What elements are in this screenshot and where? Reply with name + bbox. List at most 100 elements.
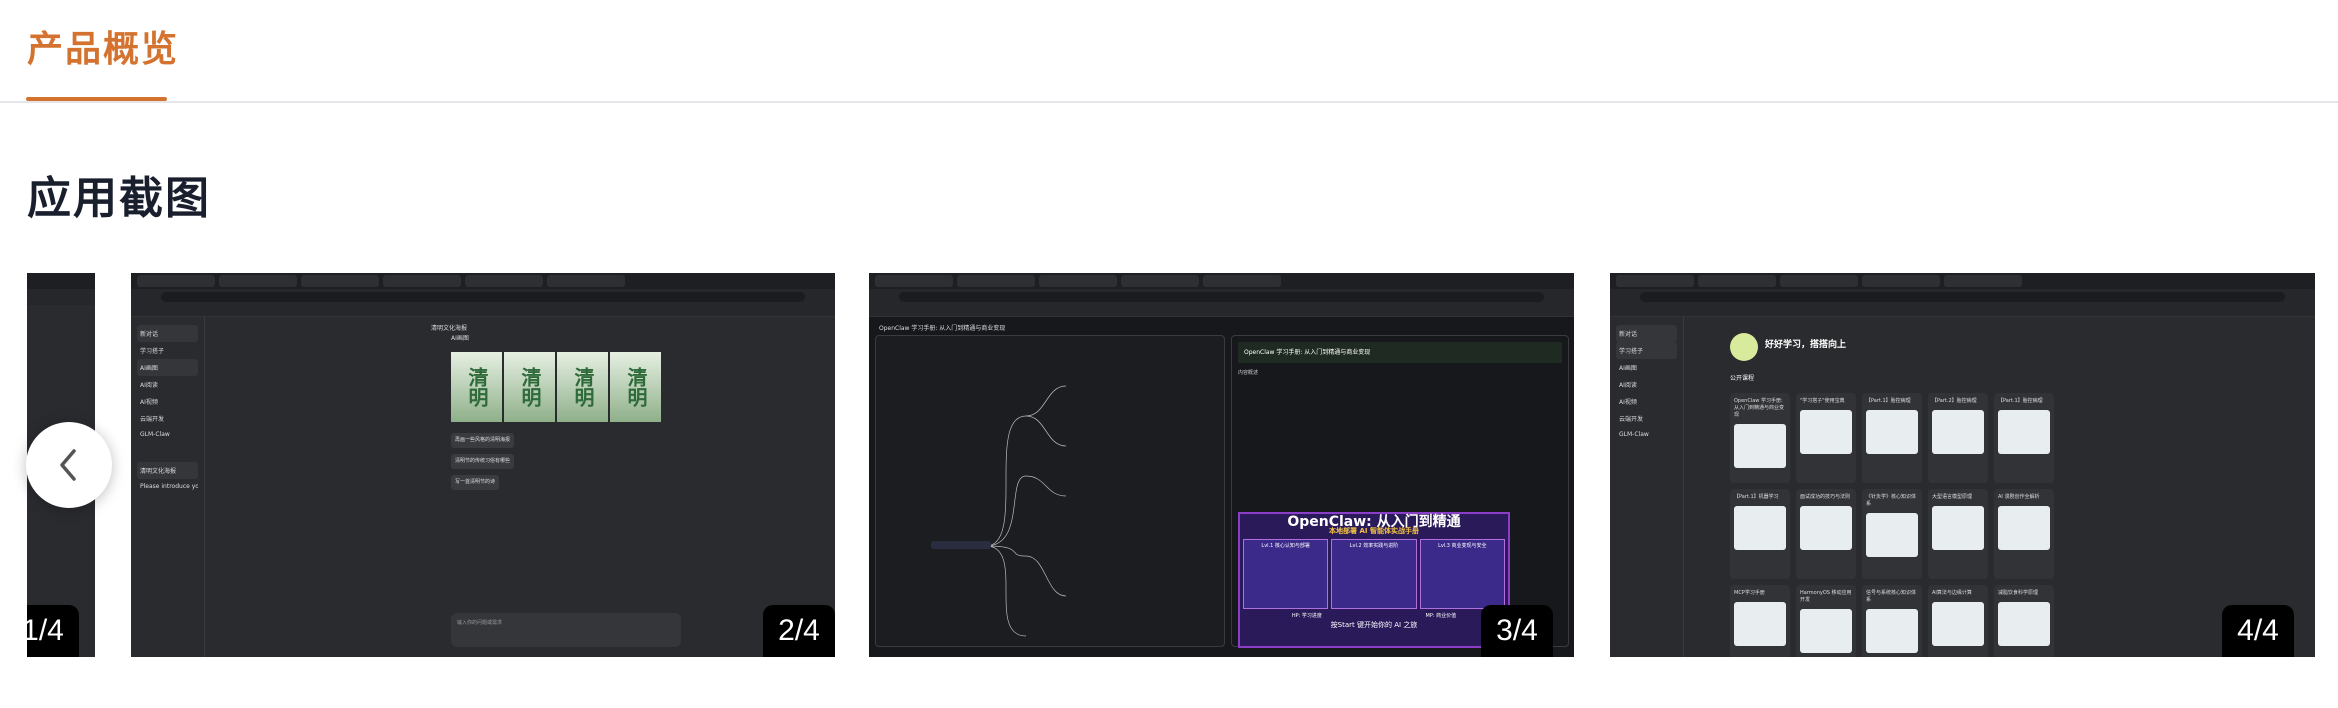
sidebar-item[interactable]: AI画图 bbox=[137, 359, 198, 376]
page-header: OpenClaw 学习手册: 从入门到精通与商业变现 bbox=[879, 325, 1006, 332]
screenshot-slide-4[interactable]: 新对话 学习搭子 AI画图 AI阅读 AI视频 云端开发 GLM-Claw 好好… bbox=[1610, 273, 2315, 657]
course-card-title: 【Part.1】机器学习 bbox=[1734, 494, 1779, 500]
poster-level: Lvl.2 效率实践与进阶 bbox=[1331, 539, 1417, 609]
overview-heading: 内容概述 bbox=[1238, 370, 1259, 376]
poster-start: 按Start 键开始你的 AI 之旅 bbox=[1330, 621, 1418, 629]
course-card-title: 【Part.2】胎控病理 bbox=[1932, 398, 1977, 404]
browser-tabbar bbox=[869, 273, 1574, 289]
app-sidebar: 新对话 学习搭子 AI画图 AI阅读 AI视频 云端开发 GLM-Claw 清明… bbox=[131, 317, 205, 657]
detail-panel: OpenClaw 学习手册: 从入门到精通与商业变现 内容概述 OpenClaw… bbox=[1231, 335, 1569, 648]
course-card-title: 【Part.1】胎控病理 bbox=[1866, 398, 1911, 404]
sidebar-item[interactable]: 云端开发 bbox=[1616, 410, 1677, 427]
course-card-image bbox=[1800, 410, 1852, 454]
poster-mp: MP: 商业价值 bbox=[1425, 613, 1457, 619]
chevron-left-icon bbox=[60, 449, 76, 481]
slide-counter: 1/4 bbox=[27, 605, 79, 657]
carousel-prev-button[interactable] bbox=[26, 422, 112, 508]
browser-address-bar bbox=[869, 289, 1574, 305]
tab-divider bbox=[0, 101, 2338, 103]
course-card-title: 面试成功的技巧与法则 bbox=[1800, 494, 1851, 500]
course-card-image bbox=[1734, 602, 1786, 646]
sidebar-item[interactable]: AI视频 bbox=[137, 393, 198, 410]
course-card[interactable]: 面试成功的技巧与法则 bbox=[1796, 489, 1856, 579]
poster-hp: HP: 学习进度 bbox=[1291, 613, 1322, 619]
course-card-title: OpenClaw 学习手册: 从入门到精通与商业变现 bbox=[1734, 398, 1785, 418]
poster-title: OpenClaw: 从入门到精通 bbox=[1287, 514, 1461, 530]
browser-address-bar bbox=[1610, 289, 2315, 305]
course-card-image bbox=[1998, 506, 2050, 550]
course-card[interactable]: HarmonyOS 移动应用开发 bbox=[1796, 585, 1856, 657]
course-card[interactable]: 大型语言模型原理 bbox=[1928, 489, 1988, 579]
course-card[interactable]: 信号与系统核心知识体系 bbox=[1862, 585, 1922, 657]
course-card-title: 大型语言模型原理 bbox=[1932, 494, 1973, 500]
poster-level: Lvl.3 商业变现与安全 bbox=[1419, 539, 1505, 609]
browser-address-bar bbox=[131, 289, 835, 305]
browser-tabbar bbox=[131, 273, 835, 289]
course-card[interactable]: "学习搭子"使用宝典 bbox=[1796, 393, 1856, 483]
sidebar-item[interactable]: 学习搭子 bbox=[1616, 342, 1677, 359]
course-card-title: 信号与系统核心知识体系 bbox=[1866, 590, 1917, 603]
mind-map-panel[interactable] bbox=[875, 335, 1225, 647]
course-card-image bbox=[1800, 506, 1852, 550]
assistant-name: AI画图 bbox=[451, 335, 469, 342]
course-card-title: HarmonyOS 移动应用开发 bbox=[1800, 590, 1852, 603]
course-card-title: "学习搭子"使用宝典 bbox=[1800, 398, 1845, 404]
course-card[interactable]: 【Part.1】胎控病理 bbox=[1994, 393, 2054, 483]
course-card[interactable]: 减脂饮食科学原理 bbox=[1994, 585, 2054, 657]
public-courses-heading: 公开课程 bbox=[1730, 375, 1755, 382]
browser-tabbar bbox=[27, 273, 95, 289]
course-card-title: 减脂饮食科学原理 bbox=[1998, 590, 2039, 596]
generated-image[interactable]: 清明 bbox=[504, 352, 555, 422]
section-title: 应用截图 bbox=[27, 173, 211, 224]
course-card[interactable]: AI算法与边缘计算 bbox=[1928, 585, 1988, 657]
course-card-image bbox=[1866, 410, 1918, 454]
course-card-title: OpenClaw 学习手册: 从入门到精通与商业变现 bbox=[1238, 342, 1562, 363]
course-card[interactable]: 《针灸学》核心知识体系 bbox=[1862, 489, 1922, 579]
course-card[interactable]: MCP学习手册 bbox=[1730, 585, 1790, 657]
course-card[interactable]: 【Part.1】胎控病理 bbox=[1862, 393, 1922, 483]
course-card-image bbox=[1998, 410, 2050, 454]
course-card[interactable]: AI 漫剧创作全解析 bbox=[1994, 489, 2054, 579]
course-card-image bbox=[1932, 506, 1984, 550]
sidebar-item[interactable]: AI阅读 bbox=[137, 376, 198, 393]
chat-title: 清明文化海报 bbox=[431, 325, 468, 332]
course-card-title: AI 漫剧创作全解析 bbox=[1998, 494, 2040, 500]
chat-area: AI画图 清明 清明 清明 清明 再画一些风格的清明海报 清明节的传统习俗有哪些… bbox=[451, 333, 791, 493]
chat-input[interactable]: 输入你的问题或需求 bbox=[451, 613, 681, 647]
screenshot-slide-2[interactable]: 新对话 学习搭子 AI画图 AI阅读 AI视频 云端开发 GLM-Claw 清明… bbox=[131, 273, 835, 657]
sidebar-item[interactable]: GLM-Claw bbox=[1616, 427, 1677, 442]
sidebar-item[interactable]: 新对话 bbox=[137, 325, 198, 342]
generated-image[interactable]: 清明 bbox=[557, 352, 608, 422]
sidebar-item[interactable]: GLM-Claw bbox=[137, 427, 198, 442]
sidebar-item[interactable]: AI画图 bbox=[1616, 359, 1677, 376]
course-card-title: 【Part.1】胎控病理 bbox=[1998, 398, 2043, 404]
sidebar-item[interactable]: AI阅读 bbox=[1616, 376, 1677, 393]
generated-image[interactable]: 清明 bbox=[610, 352, 661, 422]
course-card-title: 《针灸学》核心知识体系 bbox=[1866, 494, 1917, 507]
course-card[interactable]: 【Part.2】胎控病理 bbox=[1928, 393, 1988, 483]
course-card[interactable]: 【Part.1】机器学习 bbox=[1730, 489, 1790, 579]
course-card-image bbox=[1932, 410, 1984, 454]
generated-image[interactable]: 清明 bbox=[451, 352, 502, 422]
mascot-avatar bbox=[1730, 333, 1758, 361]
sidebar-item[interactable]: 云端开发 bbox=[137, 410, 198, 427]
generated-images[interactable]: 清明 清明 清明 清明 bbox=[451, 352, 661, 422]
suggestion-chip[interactable]: 写一首清明节的诗 bbox=[451, 475, 500, 490]
history-item[interactable]: Please introduce yourself in ... bbox=[137, 479, 198, 494]
sidebar-item[interactable]: 新对话 bbox=[1616, 325, 1677, 342]
tab-product-overview[interactable]: 产品概览 bbox=[27, 20, 179, 72]
suggestion-chip[interactable]: 再画一些风格的清明海报 bbox=[451, 433, 515, 448]
course-card[interactable]: OpenClaw 学习手册: 从入门到精通与商业变现 bbox=[1730, 393, 1790, 483]
sidebar-item[interactable]: 学习搭子 bbox=[137, 342, 198, 359]
slide-counter: 2/4 bbox=[763, 605, 835, 657]
history-item[interactable]: 清明文化海报 bbox=[137, 462, 198, 479]
course-poster[interactable]: OpenClaw: 从入门到精通 本地部署 AI 智能体实战手册 Lvl.1 核… bbox=[1238, 512, 1510, 648]
hero-title: 好好学习，搭搭向上 bbox=[1765, 340, 1847, 350]
course-card-image bbox=[1734, 506, 1786, 550]
sidebar-item[interactable]: AI视频 bbox=[1616, 393, 1677, 410]
suggestion-chip[interactable]: 清明节的传统习俗有哪些 bbox=[451, 454, 515, 469]
course-card-image bbox=[1800, 609, 1852, 653]
screenshot-slide-3[interactable]: OpenClaw 学习手册: 从入门到精通与商业变现 OpenClaw 学习手册… bbox=[869, 273, 1574, 657]
mind-map-root bbox=[931, 541, 991, 549]
course-card-image bbox=[1866, 609, 1918, 653]
